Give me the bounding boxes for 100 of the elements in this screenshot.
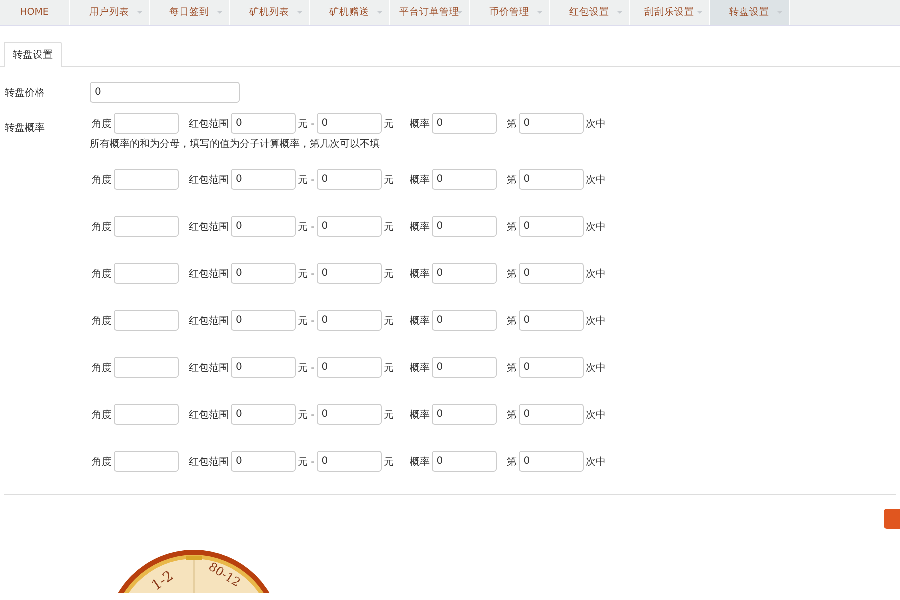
nth-suffix: 次中 xyxy=(586,314,606,328)
nth-input[interactable]: 0 xyxy=(518,357,584,378)
probability-label: 概率 xyxy=(410,408,430,422)
max-amount-input[interactable]: 0 xyxy=(316,451,382,472)
unit-label: 元 xyxy=(384,118,394,130)
price-input[interactable]: 0 xyxy=(90,82,240,103)
probability-label: 概率 xyxy=(410,456,430,468)
angle-label: 角度 xyxy=(92,362,112,374)
nth-suffix: 次中 xyxy=(586,118,606,130)
unit-label: 元 xyxy=(384,456,394,468)
nav-item[interactable]: 平台订单管理 xyxy=(390,0,470,25)
unit-label: 元 - xyxy=(298,362,315,374)
nth-suffix: 次中 xyxy=(586,220,606,234)
max-amount-input[interactable]: 0 xyxy=(316,263,382,284)
probability-input[interactable]: 0 xyxy=(432,451,497,472)
nav-item[interactable]: 红包设置 xyxy=(550,0,630,25)
nth-label: 第 xyxy=(506,220,517,234)
nav-item[interactable]: 用户列表 xyxy=(70,0,150,25)
min-amount-input[interactable]: 0 xyxy=(231,113,296,134)
nav-item[interactable]: 币价管理 xyxy=(470,0,550,25)
nav-item[interactable]: 矿机列表 xyxy=(230,0,310,25)
min-amount-input[interactable]: 0 xyxy=(231,404,296,425)
range-label: 红包范围 xyxy=(189,456,229,468)
probability-label: 概率 xyxy=(410,268,430,280)
angle-input[interactable] xyxy=(114,357,179,378)
nth-input[interactable]: 0 xyxy=(518,404,584,425)
max-amount-input[interactable]: 0 xyxy=(316,169,382,190)
nth-label: 第 xyxy=(506,174,517,186)
nth-label: 第 xyxy=(506,118,517,130)
nth-label: 第 xyxy=(506,408,517,422)
min-amount-input[interactable]: 0 xyxy=(231,357,296,378)
unit-label: 元 - xyxy=(298,408,315,422)
nth-label: 第 xyxy=(506,362,517,374)
max-amount-input[interactable]: 0 xyxy=(316,404,382,425)
min-amount-input[interactable]: 0 xyxy=(231,216,296,237)
tab[interactable]: 转盘设置 xyxy=(4,42,62,67)
probability-input[interactable]: 0 xyxy=(432,113,497,134)
probability-label: 概率 xyxy=(410,314,430,328)
min-amount-input[interactable]: 0 xyxy=(231,451,296,472)
range-label: 红包范围 xyxy=(189,362,229,374)
nth-input[interactable]: 0 xyxy=(518,263,584,284)
probability-label: 概率 xyxy=(410,118,430,130)
probability-input[interactable]: 0 xyxy=(432,357,497,378)
unit-label: 元 xyxy=(384,220,394,234)
unit-label: 元 - xyxy=(298,456,315,468)
max-amount-input[interactable]: 0 xyxy=(316,216,382,237)
range-label: 红包范围 xyxy=(189,118,229,130)
unit-label: 元 - xyxy=(298,220,315,234)
probability-input[interactable]: 0 xyxy=(432,404,497,425)
range-label: 红包范围 xyxy=(189,408,229,422)
nth-suffix: 次中 xyxy=(586,174,606,186)
range-label: 红包范围 xyxy=(189,220,229,234)
unit-label: 元 xyxy=(384,362,394,374)
nth-label: 第 xyxy=(506,314,517,328)
nth-input[interactable]: 0 xyxy=(518,216,584,237)
nav-item[interactable]: HOME xyxy=(0,0,70,25)
hint-text: 所有概率的和为分母，填写的值为分子计算概率，第几次可以不填 xyxy=(90,138,381,151)
min-amount-input[interactable]: 0 xyxy=(231,169,296,190)
angle-input[interactable] xyxy=(114,169,179,190)
range-label: 红包范围 xyxy=(189,314,229,328)
angle-input[interactable] xyxy=(114,263,179,284)
angle-input[interactable] xyxy=(114,451,179,472)
nav-item[interactable]: 矿机赠送 xyxy=(310,0,390,25)
action-button[interactable] xyxy=(884,509,900,529)
probability-input[interactable]: 0 xyxy=(432,216,497,237)
nth-input[interactable]: 0 xyxy=(518,169,584,190)
min-amount-input[interactable]: 0 xyxy=(231,263,296,284)
nth-input[interactable]: 0 xyxy=(518,451,584,472)
unit-label: 元 xyxy=(384,408,394,422)
angle-label: 角度 xyxy=(92,174,112,186)
probability-input[interactable]: 0 xyxy=(432,169,497,190)
max-amount-input[interactable]: 0 xyxy=(316,357,382,378)
field-label: 转盘概率 xyxy=(5,122,46,136)
nth-suffix: 次中 xyxy=(586,456,606,468)
nth-input[interactable]: 0 xyxy=(518,113,584,134)
angle-label: 角度 xyxy=(92,408,112,422)
unit-label: 元 - xyxy=(298,174,315,186)
angle-input[interactable] xyxy=(114,310,179,331)
probability-input[interactable]: 0 xyxy=(432,310,497,331)
angle-label: 角度 xyxy=(92,314,112,328)
field-label: 转盘价格 xyxy=(5,86,46,100)
probability-label: 概率 xyxy=(410,174,430,186)
angle-label: 角度 xyxy=(92,268,112,280)
angle-input[interactable] xyxy=(114,404,179,425)
probability-label: 概率 xyxy=(410,362,430,374)
nth-suffix: 次中 xyxy=(586,408,606,422)
max-amount-input[interactable]: 0 xyxy=(316,113,382,134)
angle-label: 角度 xyxy=(92,220,112,234)
unit-label: 元 xyxy=(384,314,394,328)
max-amount-input[interactable]: 0 xyxy=(316,310,382,331)
angle-input[interactable] xyxy=(114,216,179,237)
angle-input[interactable] xyxy=(114,113,179,134)
unit-label: 元 - xyxy=(298,118,315,130)
nav-item[interactable]: 每日签到 xyxy=(150,0,230,25)
nth-input[interactable]: 0 xyxy=(518,310,584,331)
probability-input[interactable]: 0 xyxy=(432,263,497,284)
min-amount-input[interactable]: 0 xyxy=(231,310,296,331)
angle-label: 角度 xyxy=(92,456,112,468)
nav-item[interactable]: 转盘设置 xyxy=(710,0,790,25)
unit-label: 元 - xyxy=(298,268,315,280)
